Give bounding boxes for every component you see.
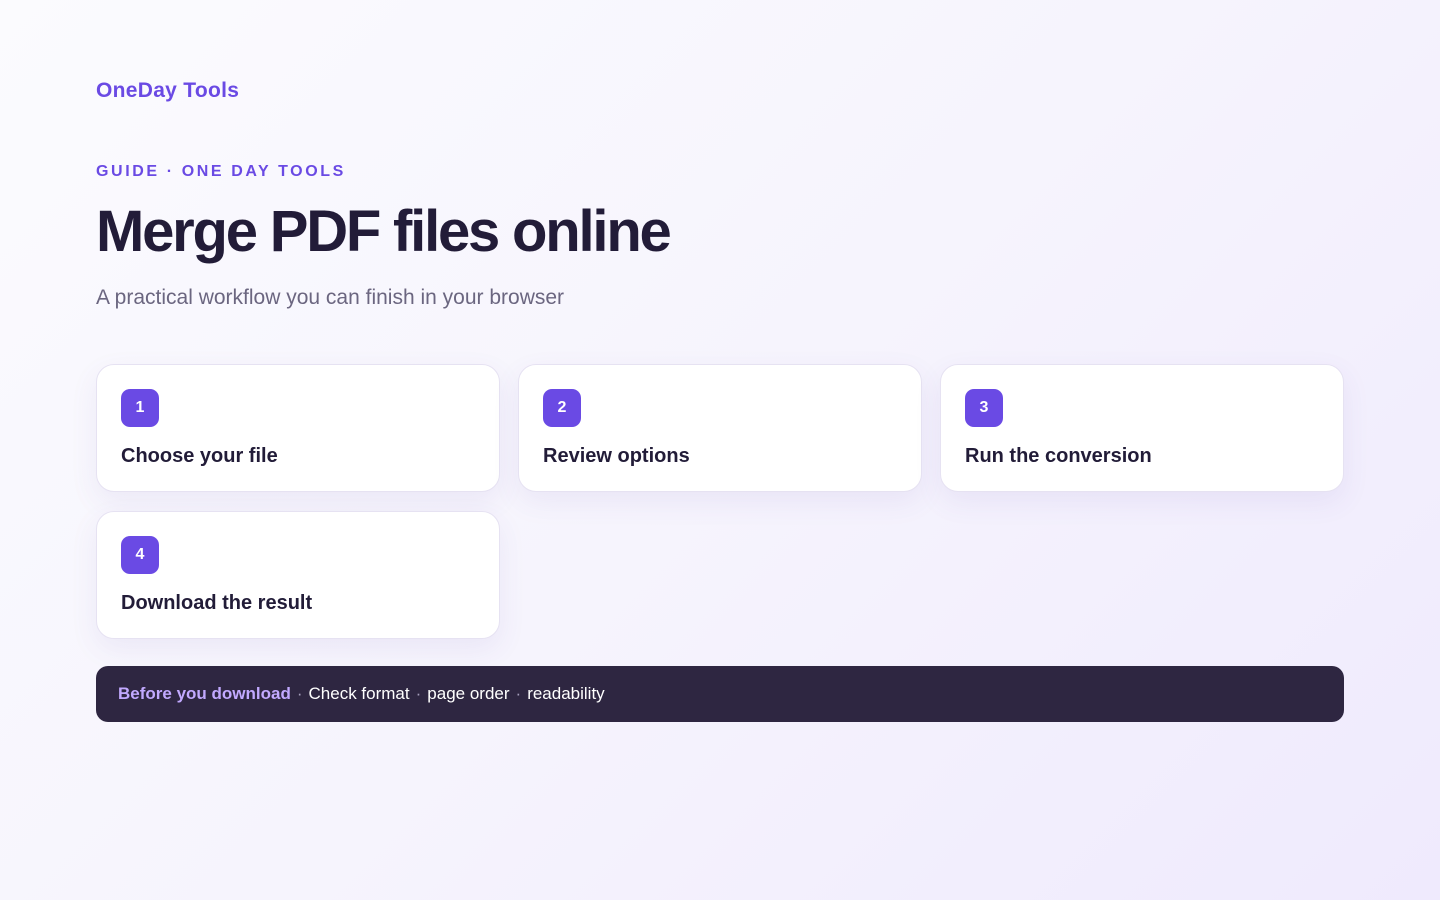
banner-item-format: Check format <box>308 684 410 703</box>
banner-lead: Before you download <box>118 684 291 703</box>
step-card-4: 4 Download the result <box>96 511 500 639</box>
banner-separator: · <box>296 684 303 703</box>
page-subtitle: A practical workflow you can finish in y… <box>96 286 565 309</box>
step-card-3: 3 Run the conversion <box>940 364 1344 492</box>
brand-logo[interactable]: OneDay Tools <box>96 79 239 103</box>
step-label: Download the result <box>121 592 313 614</box>
step-number-badge: 4 <box>121 536 159 574</box>
step-label: Review options <box>543 445 690 467</box>
step-number-badge: 3 <box>965 389 1003 427</box>
banner-item-page-order: page order <box>427 684 510 703</box>
banner-separator: · <box>415 684 422 703</box>
step-number-badge: 1 <box>121 389 159 427</box>
step-label: Choose your file <box>121 445 278 467</box>
download-checklist-banner: Before you download · Check format · pag… <box>96 666 1344 722</box>
step-number-badge: 2 <box>543 389 581 427</box>
step-card-1: 1 Choose your file <box>96 364 500 492</box>
banner-separator: · <box>515 684 522 703</box>
page-title: Merge PDF files online <box>96 199 672 264</box>
steps-grid: 1 Choose your file 2 Review options 3 Ru… <box>96 364 1344 639</box>
eyebrow-label: GUIDE · ONE DAY TOOLS <box>96 163 346 180</box>
step-card-2: 2 Review options <box>518 364 922 492</box>
step-label: Run the conversion <box>965 445 1152 467</box>
banner-item-readability: readability <box>527 684 605 703</box>
